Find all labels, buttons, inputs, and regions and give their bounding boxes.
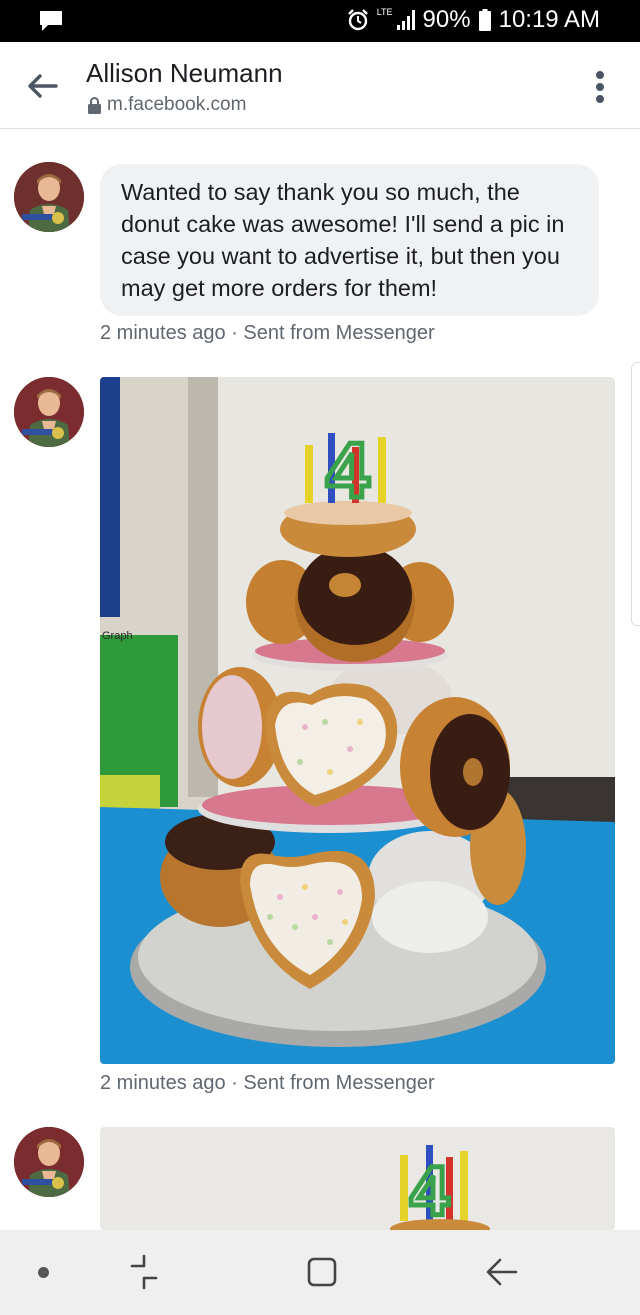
app-bar: Allison Neumann m.facebook.com bbox=[0, 42, 640, 129]
url-row: m.facebook.com bbox=[88, 94, 246, 116]
page-url: m.facebook.com bbox=[107, 94, 247, 115]
sender-avatar[interactable] bbox=[14, 162, 84, 232]
scroll-indicator[interactable] bbox=[631, 362, 640, 626]
sender-avatar[interactable] bbox=[14, 1127, 84, 1197]
donut-cake-photo[interactable]: Graph 4 bbox=[100, 377, 615, 1064]
signal-icon bbox=[396, 10, 415, 30]
back-arrow-icon[interactable] bbox=[26, 72, 58, 100]
alarm-icon bbox=[347, 9, 368, 31]
conversation-title: Allison Neumann bbox=[86, 58, 283, 88]
nav-dot[interactable] bbox=[38, 1267, 49, 1278]
message-meta: 2 minutes ago · Sent from Messenger bbox=[100, 322, 435, 344]
candle-number: 4 bbox=[326, 426, 369, 514]
battery-percent: 90% bbox=[422, 6, 471, 33]
wall-label: Graph bbox=[102, 630, 133, 642]
more-options-icon[interactable] bbox=[594, 70, 606, 104]
back-icon[interactable] bbox=[484, 1254, 520, 1290]
message-notification-icon bbox=[40, 11, 62, 31]
system-nav-bar bbox=[0, 1230, 640, 1315]
network-type: LTE bbox=[376, 7, 393, 17]
lock-icon bbox=[88, 96, 101, 114]
status-bar: LTE 90% 10:19 AM bbox=[0, 0, 640, 42]
battery-icon bbox=[478, 9, 491, 31]
message-bubble[interactable]: Wanted to say thank you so much, the don… bbox=[100, 164, 599, 316]
message-meta: 2 minutes ago · Sent from Messenger bbox=[100, 1072, 435, 1094]
candle-number: 4 bbox=[410, 1152, 449, 1230]
message-text: Wanted to say thank you so much, the don… bbox=[121, 179, 565, 301]
home-icon[interactable] bbox=[306, 1256, 338, 1288]
sender-avatar[interactable] bbox=[14, 377, 84, 447]
clock: 10:19 AM bbox=[498, 6, 600, 33]
recents-icon[interactable] bbox=[128, 1252, 160, 1292]
donut-cake-photo-partial[interactable]: 4 bbox=[100, 1127, 615, 1230]
